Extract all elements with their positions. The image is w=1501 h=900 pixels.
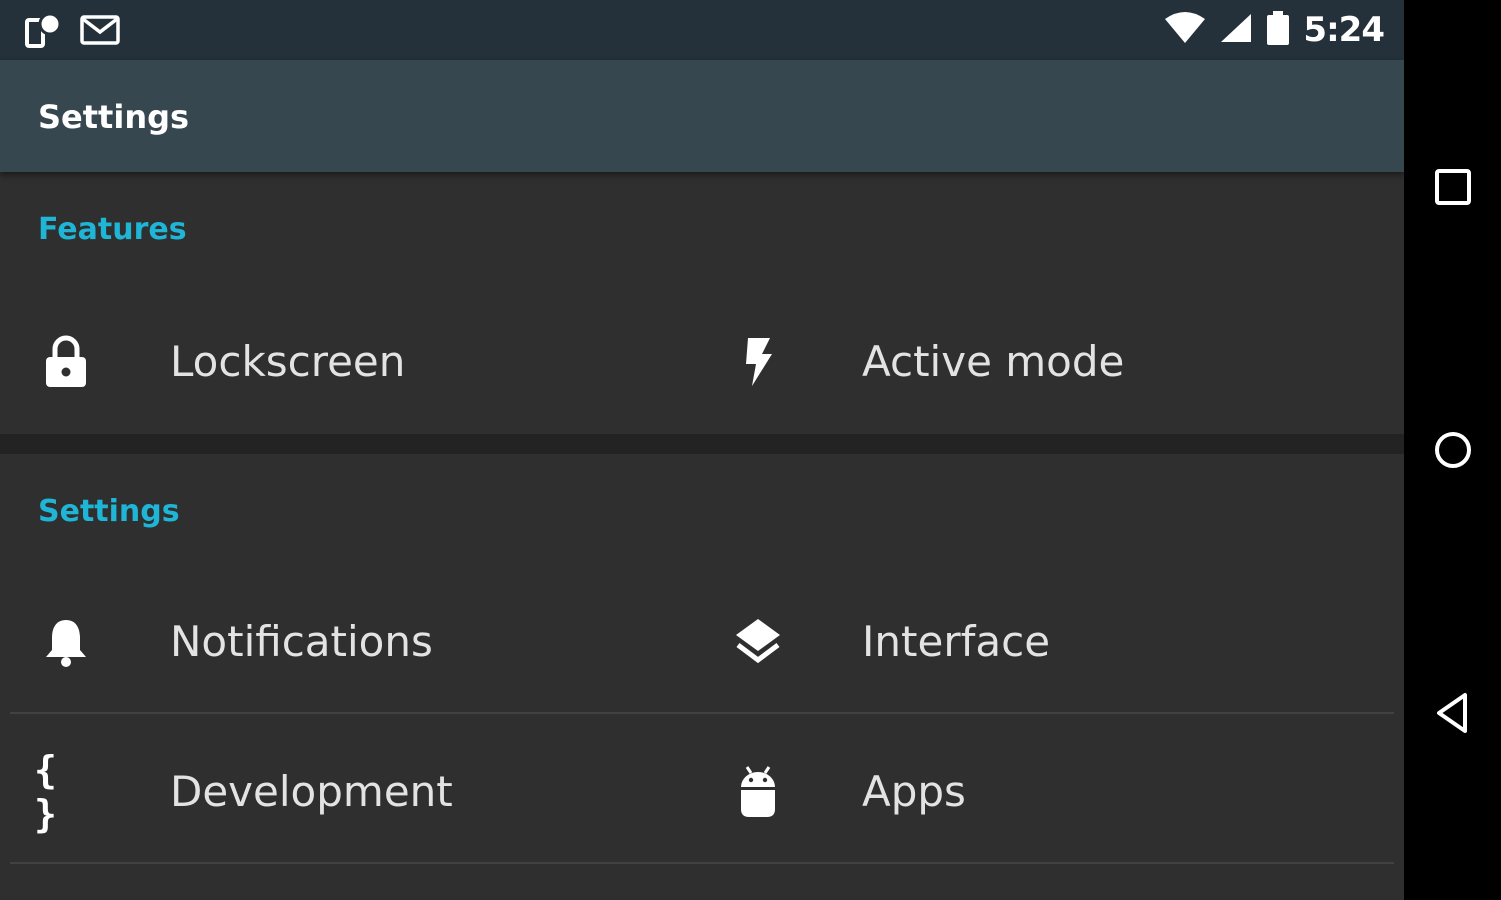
- lockscreen-item[interactable]: Lockscreen: [0, 302, 690, 422]
- status-time: 5:24: [1303, 10, 1385, 50]
- recents-button[interactable]: [1428, 162, 1478, 212]
- app-bar: Settings: [0, 60, 1404, 172]
- recents-icon: [1435, 169, 1471, 205]
- active-mode-label: Active mode: [862, 337, 1125, 386]
- development-label: Development: [170, 767, 453, 816]
- back-button[interactable]: [1428, 688, 1478, 738]
- braces-icon: { }: [34, 732, 98, 852]
- device-sync-icon: [24, 12, 64, 52]
- home-icon: [1435, 432, 1471, 468]
- settings-section: Settings Notifications Interface {} Dev…: [0, 454, 1404, 900]
- android-icon: [726, 732, 790, 852]
- notifications-item[interactable]: Notifications: [0, 582, 690, 702]
- app-screen: 5:24 Settings Features Lockscreen Active…: [0, 0, 1404, 900]
- page-title: Settings: [38, 98, 190, 136]
- home-button[interactable]: [1428, 425, 1478, 475]
- battery-icon: [1265, 10, 1291, 50]
- row-divider: [10, 712, 1394, 714]
- features-section: Features Lockscreen Active mode: [0, 172, 1404, 434]
- back-icon: [1437, 693, 1467, 733]
- cell-signal-icon: [1219, 12, 1253, 48]
- flash-icon: [726, 302, 790, 422]
- section-divider: [0, 434, 1404, 454]
- lock-icon: [34, 302, 98, 422]
- lockscreen-label: Lockscreen: [170, 337, 406, 386]
- navigation-bar: [1404, 0, 1501, 900]
- row-divider: [10, 862, 1394, 864]
- notifications-label: Notifications: [170, 617, 433, 666]
- apps-label: Apps: [862, 767, 966, 816]
- mail-icon: [80, 15, 120, 49]
- bell-icon: [34, 582, 98, 702]
- wifi-icon: [1163, 11, 1207, 49]
- development-item[interactable]: { } Development: [0, 732, 690, 852]
- section-header-settings: Settings: [38, 494, 180, 529]
- interface-item[interactable]: Interface: [692, 582, 1382, 702]
- layers-icon: [726, 582, 790, 702]
- section-header-features: Features: [38, 212, 187, 247]
- active-mode-item[interactable]: Active mode: [692, 302, 1382, 422]
- apps-item[interactable]: Apps: [692, 732, 1382, 852]
- braces-glyph: { }: [34, 748, 57, 836]
- status-bar: 5:24: [0, 0, 1404, 60]
- interface-label: Interface: [862, 617, 1051, 666]
